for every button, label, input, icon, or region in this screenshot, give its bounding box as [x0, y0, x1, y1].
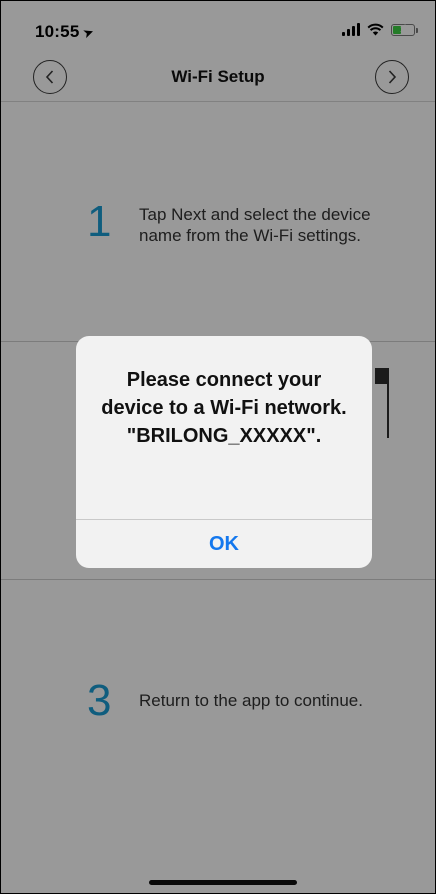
app-screen: 10:55 ➤ ⚡ Wi-Fi Setup 1 Tap Next and sel… [0, 0, 436, 894]
alert-message: Please connect your device to a Wi-Fi ne… [101, 369, 347, 447]
ok-button[interactable]: OK [76, 520, 372, 568]
alert-dialog: Please connect your device to a Wi-Fi ne… [76, 336, 372, 568]
